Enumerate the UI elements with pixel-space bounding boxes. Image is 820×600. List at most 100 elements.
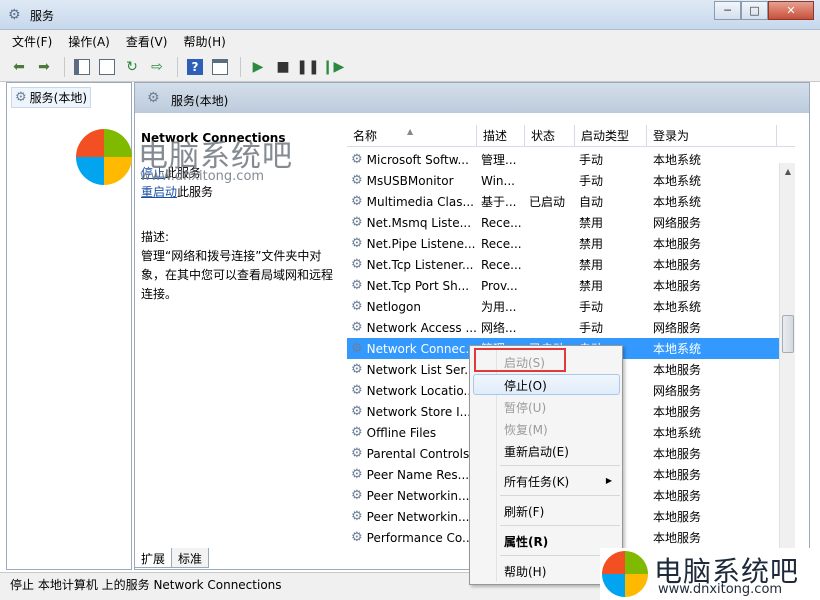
column-header-name[interactable]: ▲ 名称 <box>347 125 477 147</box>
service-logon-as: 网络服务 <box>653 384 702 398</box>
menu-view[interactable]: 查看(V) <box>126 33 168 50</box>
service-name-cell: ⚙ Network Locatio... <box>347 383 477 398</box>
gear-icon: ⚙ <box>15 90 27 105</box>
service-name-cell: ⚙ Net.Tcp Port Sh... <box>347 278 477 293</box>
service-description: 为用... <box>481 300 517 314</box>
menu-separator <box>500 465 620 466</box>
menu-item-help[interactable]: 帮助(H) <box>504 563 546 580</box>
table-row[interactable]: ⚙ MsUSBMonitor Win... 手动 本地系统 <box>347 170 795 191</box>
column-header-logon-as[interactable]: 登录为 <box>647 125 777 147</box>
tree-item-label: 服务(本地) <box>29 91 88 105</box>
table-row[interactable]: ⚙ Net.Pipe Listene... Rece... 禁用 本地服务 <box>347 233 795 254</box>
services-gear-icon: ⚙ <box>8 7 21 23</box>
description-text: 管理“网络和拨号连接”文件夹中对象，在其中您可以查看局域网和远程连接。 <box>141 249 334 301</box>
scroll-up-icon[interactable]: ▲ <box>780 163 795 179</box>
menu-item-refresh[interactable]: 刷新(F) <box>504 503 544 520</box>
service-name: MsUSBMonitor <box>366 173 454 188</box>
service-name: Net.Pipe Listene... <box>366 236 476 251</box>
service-gear-icon: ⚙ <box>351 383 363 398</box>
scroll-thumb[interactable] <box>782 315 794 353</box>
properties-icon[interactable] <box>96 56 118 78</box>
service-name: Offline Files <box>366 425 437 440</box>
table-row[interactable]: ⚙ Net.Tcp Port Sh... Prov... 禁用 本地服务 <box>347 275 795 296</box>
service-logon-as: 本地服务 <box>653 363 702 377</box>
service-logon-as: 本地服务 <box>653 468 702 482</box>
service-name: Performance Co... <box>366 530 474 545</box>
back-arrow-icon[interactable]: ⬅ <box>8 56 30 78</box>
minimize-button[interactable]: ─ <box>714 1 741 20</box>
vertical-scrollbar[interactable]: ▲ ▼ <box>779 163 795 561</box>
service-name: Peer Networkin... <box>366 509 470 524</box>
menu-item-all-tasks[interactable]: 所有任务(K) <box>504 473 569 490</box>
service-gear-icon: ⚙ <box>351 215 363 230</box>
maximize-button[interactable]: □ <box>741 1 768 20</box>
service-startup-type: 禁用 <box>579 258 604 272</box>
menu-separator <box>500 525 620 526</box>
service-startup-type: 手动 <box>579 174 604 188</box>
service-name-cell: ⚙ Multimedia Clas... <box>347 194 477 209</box>
service-startup-type: 禁用 <box>579 279 604 293</box>
service-logon-as: 本地服务 <box>653 489 702 503</box>
close-button[interactable]: ✕ <box>768 1 814 20</box>
column-header-label: 名称 <box>353 129 378 143</box>
column-header-status[interactable]: 状态 <box>525 125 575 147</box>
pause-service-icon[interactable]: ❚❚ <box>296 56 319 78</box>
table-row[interactable]: ⚙ Netlogon 为用... 手动 本地系统 <box>347 296 795 317</box>
service-startup-type: 禁用 <box>579 237 604 251</box>
toolbar-separator <box>177 56 178 77</box>
table-row[interactable]: ⚙ Microsoft Softw... 管理... 手动 本地系统 <box>347 149 795 170</box>
menu-action[interactable]: 操作(A) <box>68 33 110 50</box>
start-service-icon[interactable]: ▶ <box>247 56 269 78</box>
service-name: Net.Tcp Listener... <box>366 257 474 272</box>
highlight-box <box>474 348 566 372</box>
forward-arrow-icon[interactable]: ➡ <box>33 56 55 78</box>
tab-extended[interactable]: 扩展 <box>134 548 173 568</box>
service-logon-as: 本地系统 <box>653 300 702 314</box>
menu-item-stop[interactable]: 停止(O) <box>504 377 547 394</box>
toolbar: ⬅ ➡ ↻ ⇨ ? ▶ ■ ❚❚ ❙▶ <box>0 52 820 82</box>
service-name-cell: ⚙ Network Connec... <box>347 341 477 356</box>
service-gear-icon: ⚙ <box>351 530 363 545</box>
menu-item-resume[interactable]: 恢复(M) <box>504 421 548 438</box>
service-name-cell: ⚙ Performance Co... <box>347 530 477 545</box>
service-name-cell: ⚙ Peer Networkin... <box>347 488 477 503</box>
service-logon-as: 网络服务 <box>653 216 702 230</box>
menu-file[interactable]: 文件(F) <box>12 33 52 50</box>
menu-item-properties[interactable]: 属性(R) <box>504 533 548 550</box>
service-name-cell: ⚙ Microsoft Softw... <box>347 152 477 167</box>
pane-header: ⚙ 服务(本地) <box>135 83 809 113</box>
tab-standard[interactable]: 标准 <box>171 548 210 568</box>
table-row[interactable]: ⚙ Net.Msmq Liste... Rece... 禁用 网络服务 <box>347 212 795 233</box>
view-icon[interactable] <box>209 56 231 78</box>
service-gear-icon: ⚙ <box>351 425 363 440</box>
service-name: Network Locatio... <box>366 383 475 398</box>
refresh-icon[interactable]: ↻ <box>121 56 143 78</box>
table-row[interactable]: ⚙ Multimedia Clas... 基于... 已启动 自动 本地系统 <box>347 191 795 212</box>
stop-service-icon[interactable]: ■ <box>272 56 294 78</box>
service-logon-as: 本地服务 <box>653 279 702 293</box>
menu-help[interactable]: 帮助(H) <box>183 33 225 50</box>
service-name-cell: ⚙ Network Access ... <box>347 320 477 335</box>
service-name-cell: ⚙ Peer Networkin... <box>347 509 477 524</box>
pane-header-title: 服务(本地) <box>171 94 229 108</box>
menu-item-restart[interactable]: 重新启动(E) <box>504 443 569 460</box>
service-logon-as: 本地系统 <box>653 195 702 209</box>
column-header-description[interactable]: 描述 <box>477 125 525 147</box>
service-gear-icon: ⚙ <box>351 299 363 314</box>
help-icon[interactable]: ? <box>184 56 206 78</box>
export-list-icon[interactable]: ⇨ <box>146 56 168 78</box>
tree-item-services-local[interactable]: ⚙ 服务(本地) <box>11 87 92 108</box>
service-gear-icon: ⚙ <box>351 320 363 335</box>
window-controls: ─ □ ✕ <box>714 1 814 20</box>
restart-service-icon[interactable]: ❙▶ <box>322 56 345 78</box>
table-row[interactable]: ⚙ Network Access ... 网络... 手动 网络服务 <box>347 317 795 338</box>
service-gear-icon: ⚙ <box>351 236 363 251</box>
watermark-bottom: 电脑系统吧 www.dnxitong.com <box>600 548 820 600</box>
column-header-startup-type[interactable]: 启动类型 <box>575 125 647 147</box>
table-row[interactable]: ⚙ Net.Tcp Listener... Rece... 禁用 本地服务 <box>347 254 795 275</box>
watermark-url: www.dnxitong.com <box>658 582 783 597</box>
menu-item-pause[interactable]: 暂停(U) <box>504 399 546 416</box>
show-hide-tree-icon[interactable] <box>71 56 93 78</box>
service-name-cell: ⚙ Network List Ser... <box>347 362 477 377</box>
service-logon-as: 网络服务 <box>653 321 702 335</box>
